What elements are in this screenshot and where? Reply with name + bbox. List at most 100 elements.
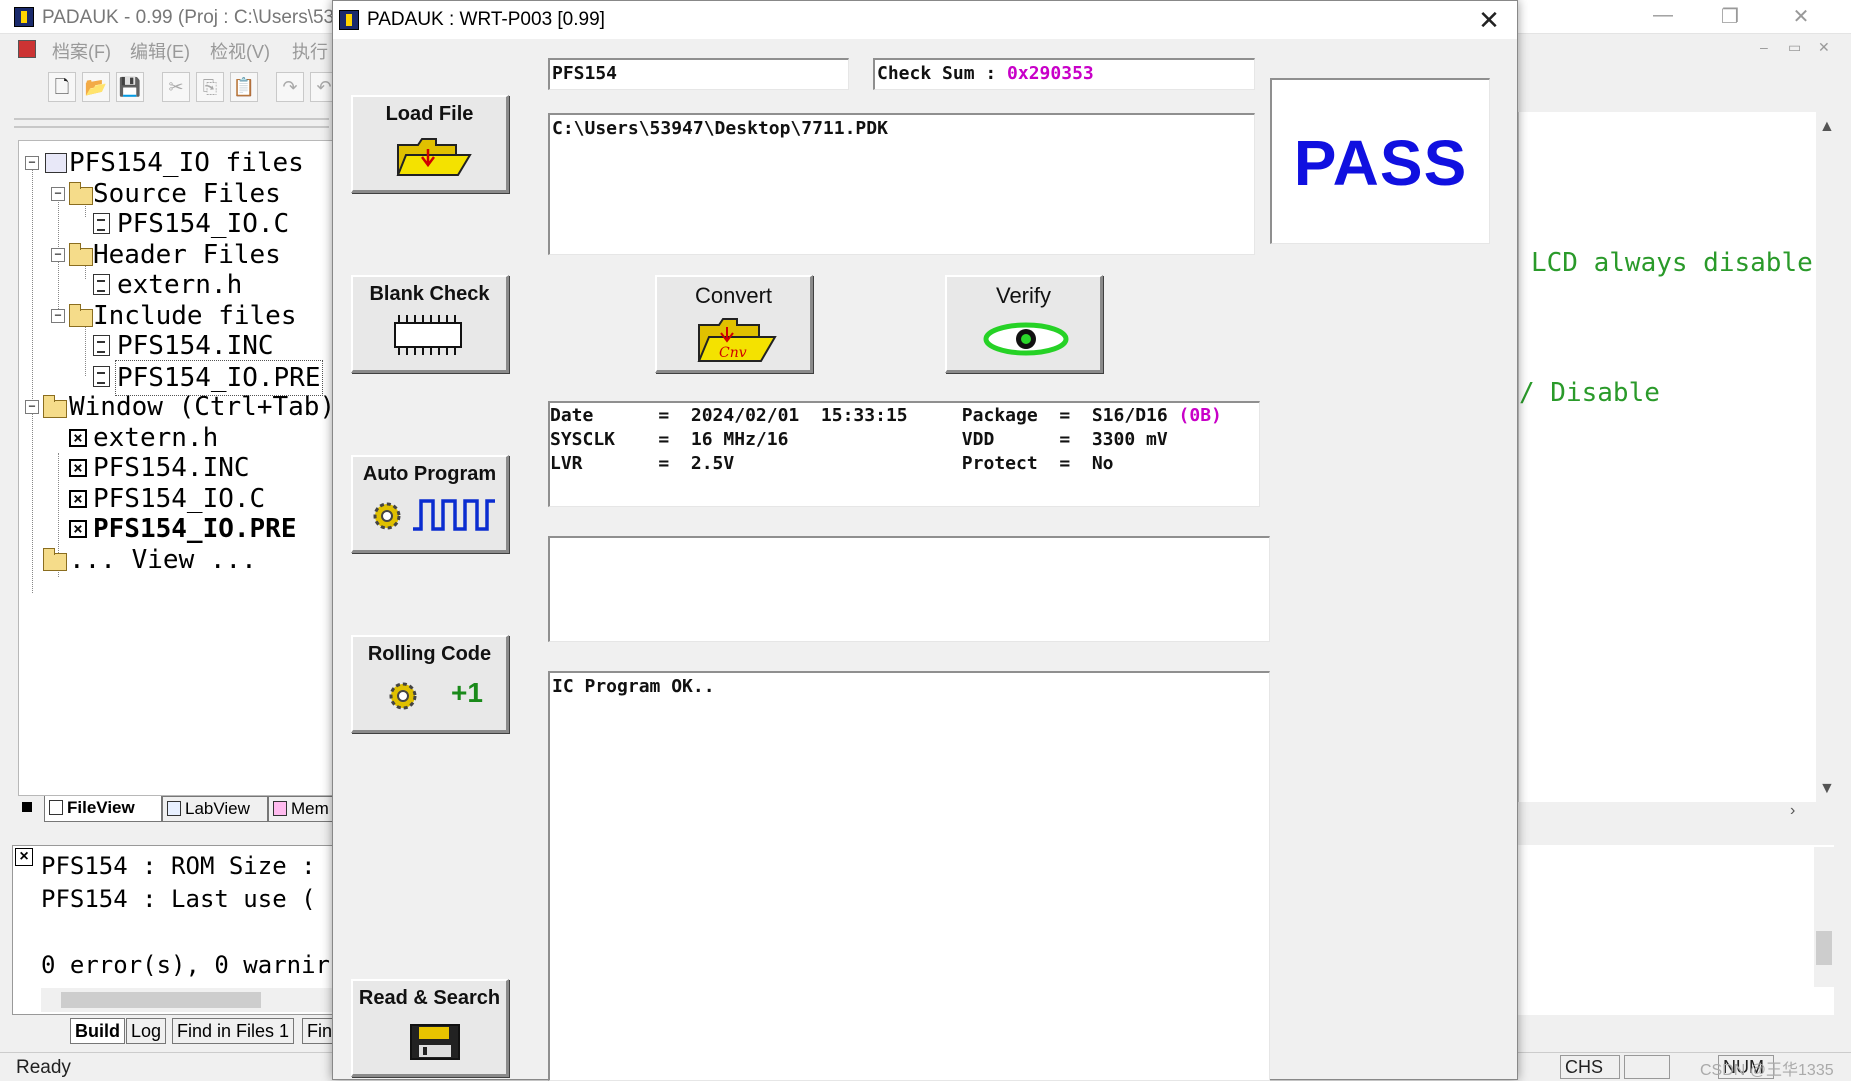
- file-path-field: C:\Users\53947\Desktop\7711.PDK: [548, 113, 1255, 255]
- cut-icon[interactable]: ✂: [162, 72, 190, 102]
- output-tabs: Build Log Find in Files 1 Fin: [40, 1018, 340, 1046]
- status-message-panel: [548, 536, 1270, 642]
- mdi-close-button[interactable]: ✕: [1818, 39, 1830, 56]
- ide-title: PADAUK - 0.99 (Proj : C:\Users\53: [42, 7, 335, 28]
- ic-info-panel: Date = 2024/02/01 15:33:15 Package = S16…: [548, 401, 1260, 507]
- app-icon: [339, 10, 359, 30]
- mdi-minimize-button[interactable]: –: [1760, 39, 1768, 55]
- tree-file-label: extern.h: [117, 270, 243, 300]
- file-icon: [93, 366, 110, 387]
- tab-mem[interactable]: Mem: [268, 796, 342, 822]
- menu-app-icon: [18, 40, 36, 58]
- scroll-thumb[interactable]: [61, 992, 261, 1008]
- project-icon: [45, 153, 67, 173]
- file-icon: [93, 213, 110, 234]
- tree-window-item-label: PFS154_IO.C: [93, 484, 266, 514]
- panel-tabs: FileView LabView Mem: [14, 796, 342, 824]
- convert-folder-icon: Cnv: [697, 318, 777, 362]
- window-close-icon[interactable]: ×: [69, 459, 87, 477]
- tab-log[interactable]: Log: [126, 1018, 167, 1044]
- tab-fileview[interactable]: FileView: [44, 796, 162, 822]
- plus-one-label: +1: [451, 677, 483, 708]
- tree-project-label: PFS154_IO files: [69, 148, 304, 178]
- code-line: LCD always disable,: [1531, 248, 1829, 278]
- tree-window-item-label: extern.h: [93, 423, 219, 453]
- dialog-close-button[interactable]: ✕: [1469, 3, 1509, 37]
- panel-pin-icon: [22, 802, 32, 812]
- file-icon: [49, 800, 63, 815]
- minimize-button[interactable]: —: [1648, 4, 1678, 30]
- folder-icon: [69, 304, 93, 327]
- floppy-disk-icon: [410, 1024, 460, 1060]
- rolling-code-button[interactable]: Rolling Code +1: [351, 635, 509, 733]
- close-button[interactable]: ✕: [1786, 4, 1816, 30]
- tab-find-in-files-1[interactable]: Find in Files 1: [172, 1018, 295, 1044]
- collapse-icon[interactable]: −: [25, 156, 39, 170]
- menu-view[interactable]: 检视(V): [210, 38, 270, 64]
- project-tree-panel: − PFS154_IO files − Source Files PFS154_…: [18, 140, 338, 796]
- tab-labview[interactable]: LabView: [162, 796, 268, 822]
- checksum-value: 0x290353: [1007, 63, 1094, 84]
- convert-button[interactable]: Convert Cnv: [655, 275, 813, 373]
- auto-program-button[interactable]: Auto Program: [351, 455, 509, 553]
- editor-vscroll[interactable]: ▲ ▼: [1816, 112, 1835, 802]
- toolbar-grip: [14, 118, 329, 128]
- info-date-row: Date = 2024/02/01 15:33:15 Package = S16…: [550, 405, 1222, 426]
- save-icon[interactable]: 💾: [116, 72, 144, 102]
- verify-button[interactable]: Verify: [945, 275, 1103, 373]
- maximize-button[interactable]: ❐: [1715, 4, 1745, 30]
- window-close-icon[interactable]: ×: [69, 429, 87, 447]
- ide-toolbar: 🗋 📂 💾 ✂ ⎘ 📋 ↷ ↶: [12, 68, 342, 108]
- file-icon: [93, 274, 110, 295]
- paste-icon[interactable]: 📋: [230, 72, 258, 102]
- info-sysclk-row: SYSCLK = 16 MHz/16 VDD = 3300 mV: [550, 429, 1168, 450]
- folder-icon: [43, 395, 67, 418]
- chip-icon: [394, 315, 462, 355]
- copy-icon[interactable]: ⎘: [196, 72, 224, 102]
- window-close-icon[interactable]: ×: [69, 490, 87, 508]
- redo-icon[interactable]: ↷: [276, 72, 304, 102]
- output-vscroll[interactable]: [1814, 847, 1834, 987]
- pulse-wave-icon: [413, 499, 495, 531]
- read-search-button[interactable]: Read & Search: [351, 979, 509, 1077]
- gear-icon: [373, 502, 401, 530]
- tree-file-label: PFS154_IO.C: [117, 209, 290, 239]
- output-close-icon[interactable]: ×: [15, 848, 33, 866]
- tree-window-item-label: PFS154_IO.PRE: [93, 514, 297, 544]
- menu-edit[interactable]: 编辑(E): [130, 38, 190, 64]
- dialog-title: PADAUK : WRT-P003 [0.99]: [367, 9, 605, 30]
- menu-file[interactable]: 档案(F): [52, 38, 111, 64]
- package-extra: (0B): [1178, 405, 1222, 426]
- blank-check-button[interactable]: Blank Check: [351, 275, 509, 373]
- eye-icon: [983, 322, 1069, 356]
- tree-window-item-label: PFS154.INC: [93, 453, 250, 483]
- info-lvr-row: LVR = 2.5V Protect = No: [550, 453, 1114, 474]
- load-file-button[interactable]: Load File: [351, 95, 509, 193]
- output-panel-right: [1518, 845, 1834, 1015]
- collapse-icon[interactable]: −: [51, 187, 65, 201]
- labview-icon: [167, 801, 181, 816]
- window-close-icon[interactable]: ×: [69, 520, 87, 538]
- collapse-icon[interactable]: −: [25, 400, 39, 414]
- editor-hscroll[interactable]: ›: [1518, 802, 1834, 820]
- output-hscroll[interactable]: [41, 988, 339, 1012]
- memory-icon: [273, 801, 287, 816]
- new-file-icon[interactable]: 🗋: [48, 72, 76, 102]
- mdi-restore-button[interactable]: ▭: [1788, 39, 1801, 56]
- menu-run[interactable]: 执行: [292, 38, 328, 64]
- collapse-icon[interactable]: −: [51, 248, 65, 262]
- status-chs: CHS: [1560, 1055, 1620, 1079]
- tab-build[interactable]: Build: [70, 1018, 125, 1044]
- tree-header-label: Header Files: [93, 240, 281, 270]
- checksum-label: Check Sum :: [877, 63, 1008, 84]
- scroll-thumb[interactable]: [1816, 931, 1832, 965]
- dialog-titlebar: PADAUK : WRT-P003 [0.99] ✕: [333, 1, 1517, 39]
- open-folder-icon: [396, 138, 472, 176]
- open-folder-icon[interactable]: 📂: [82, 72, 110, 102]
- tree-view-label: ... View ...: [69, 545, 257, 575]
- code-line: / Disable: [1519, 378, 1660, 408]
- collapse-icon[interactable]: −: [51, 309, 65, 323]
- gear-icon: [389, 682, 417, 710]
- code-editor[interactable]: LCD always disable, / Disable: [1518, 112, 1834, 802]
- checksum-field: Check Sum : 0x290353: [873, 58, 1255, 90]
